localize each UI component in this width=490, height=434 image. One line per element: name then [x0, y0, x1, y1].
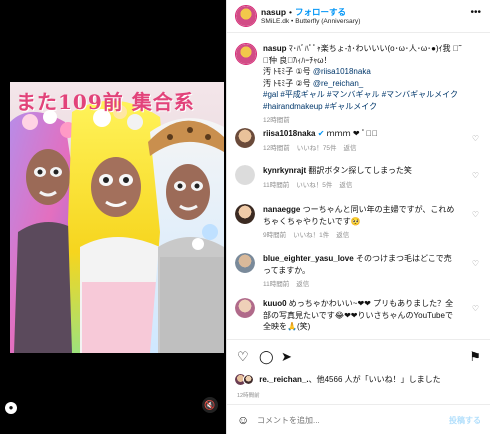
muted-speaker-icon[interactable]: 🔇 [202, 397, 218, 413]
comment-heart-icon[interactable]: ♡ [472, 304, 479, 313]
comment-likes[interactable]: いいね！1件 [293, 232, 329, 239]
post-header: nasup • フォローする SMiLE.dk • Butterfly (Anniv… [227, 0, 490, 33]
send-icon[interactable]: ➤ [281, 350, 292, 363]
comment-body: blue_eighter_yasu_love そのつけまつ毛はどこで売ってますか… [263, 253, 459, 291]
comment-likes[interactable]: いいね！5件 [296, 182, 332, 189]
comment-input[interactable] [257, 412, 437, 428]
comment-icon[interactable]: ◯ [259, 350, 274, 363]
comment-username[interactable]: kynrkynrajt [263, 166, 306, 175]
commenter-avatar[interactable] [235, 204, 255, 224]
credit-line-1-tag[interactable]: @riisa1018naka [313, 67, 371, 76]
caption-time: 12時間前 [263, 117, 290, 124]
verified-badge-icon: ✔ [317, 129, 325, 138]
liker-username[interactable]: re._reichan_. [259, 375, 308, 384]
caption-username[interactable]: nasup [263, 44, 287, 53]
comment-heart-icon[interactable]: ♡ [472, 134, 479, 143]
reply-button[interactable]: 返信 [343, 145, 356, 152]
likes-summary: re._reichan_.、他4566 人が「いいね！」しました [235, 374, 441, 385]
comment-body: nanaegge つーちゃんと同い年の主婦ですが、これめちゃくちゃやりたいです🥺… [263, 204, 459, 242]
photo-overlay-text: また109前 集合系 [16, 90, 195, 114]
comment-text: めっちゃかわいい~❤❤ プリもありました？全部の写真見たいです😂❤❤りいさちゃん… [263, 299, 454, 331]
comment-heart-icon[interactable]: ♡ [472, 259, 479, 268]
caption-body: nasup ﾏ･ﾊﾞﾊﾟﾟｬ楽ちょ-ｶ･わいいい(o･ω･人･ω･●)ｲ我 ｶ̃… [263, 43, 459, 127]
comment-text: 翻訳ボタン探してしまった笑 [308, 166, 412, 175]
bookmark-icon[interactable]: ⚑ [469, 350, 481, 363]
reply-button[interactable]: 返信 [336, 232, 349, 239]
comment-time: 11時間前 [263, 281, 290, 288]
comment-time: 12時間前 [263, 144, 290, 152]
post-side-panel: nasup • フォローする SMiLE.dk • Butterfly (Anniv… [226, 0, 490, 434]
comment-heart-icon[interactable]: ♡ [472, 210, 479, 219]
reply-button[interactable]: 返信 [296, 281, 309, 288]
commenter-avatar[interactable] [235, 253, 255, 273]
posted-time: 12時間前 [237, 393, 260, 399]
comments-scroll-area[interactable]: nasup ﾏ･ﾊﾞﾊﾟﾟｬ楽ちょ-ｶ･わいいい(o･ω･人･ω･●)ｲ我 ｶ̃… [227, 34, 490, 338]
comment-username[interactable]: nanaegge [263, 205, 300, 214]
emoji-icon[interactable]: ☺ [237, 413, 249, 427]
author-avatar[interactable] [235, 5, 257, 27]
header-line: nasup • フォローする [261, 6, 346, 18]
comment-username[interactable]: kuuo0 [263, 299, 287, 308]
comment-username[interactable]: riisa1018naka [263, 129, 316, 138]
comment-body: kynrkynrajt 翻訳ボタン探してしまった笑 11時間前 いいね！5件 返信 [263, 165, 459, 191]
comment-time: 9時間前 [263, 232, 287, 239]
person-icon[interactable]: ● [5, 402, 17, 414]
caption-text: ﾏ･ﾊﾞﾊﾟﾟｬ楽ちょ-ｶ･わいいい(o･ω･人･ω･●)ｲ我 ｶ̃ｲ̃仲 良ｲ… [263, 44, 459, 65]
liker-avatar-2 [243, 374, 254, 385]
caption-avatar[interactable] [235, 43, 257, 65]
credit-line-1-text: 汚 ﾄﾓﾐ子 ①号 [263, 67, 313, 76]
follow-button[interactable]: フォローする [295, 7, 346, 17]
post-comment-button[interactable]: 投稿する [449, 415, 481, 426]
comment-meta: 12時間前 いいね！75件 返信 [263, 143, 459, 155]
commenter-avatar[interactable] [235, 165, 255, 185]
comment-username[interactable]: blue_eighter_yasu_love [263, 254, 354, 263]
action-bar: ♡ ◯ ➤ ⚑ [227, 339, 490, 369]
credit-line-2-tag[interactable]: @re_reichan_ [313, 79, 363, 88]
instagram-post-modal: また109前 集合系 ● 🔇 nasup • フォローする SMiLE.dk • B… [0, 0, 490, 434]
likes-count-text[interactable]: 、他4566 人が「いいね！」しました [309, 375, 441, 384]
media-panel: また109前 集合系 ● 🔇 [0, 0, 226, 434]
photo-illustration [10, 82, 224, 353]
credit-line-2-text: 汚 ﾄﾓﾐ子 ②号 [263, 78, 313, 88]
comment-time: 11時間前 [263, 181, 290, 189]
audio-track[interactable]: SMiLE.dk • Butterfly (Anniversary) [261, 18, 360, 25]
comment-meta: 11時間前 いいね！5件 返信 [263, 180, 459, 192]
author-username[interactable]: nasup [261, 7, 286, 17]
post-photo[interactable]: また109前 集合系 [10, 82, 224, 353]
commenter-avatar[interactable] [235, 128, 255, 148]
caption-hashtags[interactable]: #gal #平成ギャル #マンバギャル #マンバギャルメイク #hairandm… [263, 90, 458, 111]
separator-dot: • [289, 7, 293, 17]
comment-heart-icon[interactable]: ♡ [472, 171, 479, 180]
comment-meta: 11時間前 返信 [263, 279, 459, 291]
more-icon[interactable]: ••• [470, 7, 481, 18]
comment-text: ｍｍｍ ❤ ﾟ✧ﾟ [326, 129, 378, 138]
reply-button[interactable]: 返信 [339, 182, 352, 189]
comment-likes[interactable]: いいね！75件 [297, 145, 337, 152]
heart-icon[interactable]: ♡ [237, 350, 249, 363]
comment-meta: 9時間前 いいね！1件 返信 [263, 230, 459, 242]
commenter-avatar[interactable] [235, 298, 255, 318]
comment-body: kuuo0 めっちゃかわいい~❤❤ プリもありました？全部の写真見たいです😂❤❤… [263, 298, 459, 333]
likes-text: re._reichan_.、他4566 人が「いいね！」しました [259, 375, 440, 384]
caption-meta: 12時間前 [263, 115, 459, 127]
comment-composer: ☺ 投稿する [227, 404, 490, 434]
comment-body: riisa1018naka ✔ ｍｍｍ ❤ ﾟ✧ﾟ 12時間前 いいね！75件 返信 [263, 128, 459, 154]
